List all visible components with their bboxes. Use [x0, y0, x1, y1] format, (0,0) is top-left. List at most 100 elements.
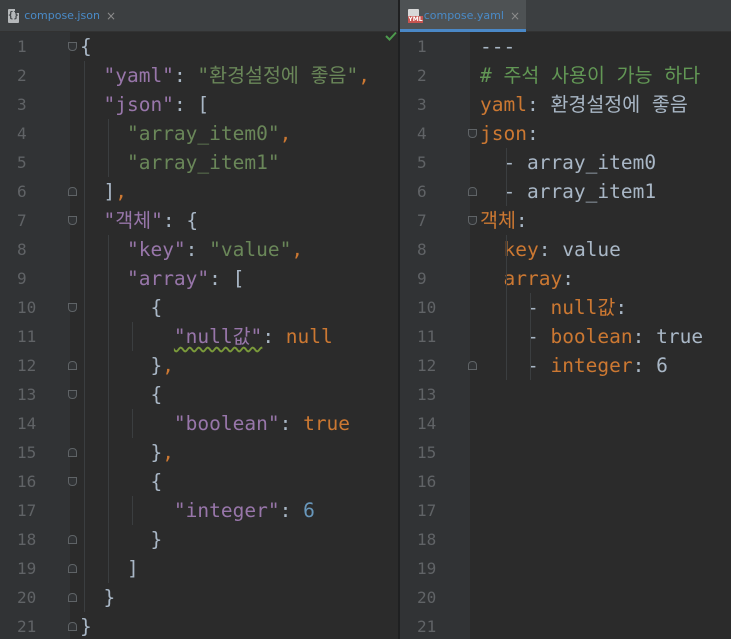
code-token: , [358, 64, 370, 87]
line-number: 4 [17, 124, 27, 143]
line-number: 7 [417, 211, 427, 230]
code-token: ] [80, 557, 139, 580]
code-area[interactable]: --- # 주석 사용이 가능 하다 yaml: 환경설정에 좋음 json: - a… [480, 32, 731, 639]
line-number: 5 [17, 153, 27, 172]
fold-open-icon[interactable] [68, 216, 77, 225]
code-line: - boolean: true [480, 322, 731, 351]
line-number: 8 [17, 240, 27, 259]
code-line: } [80, 583, 398, 612]
code-line: "yaml": "환경설정에 좋음", [80, 61, 398, 90]
yaml-file-icon: YML [408, 8, 423, 23]
fold-close-icon[interactable] [68, 564, 77, 573]
code-token: null [285, 325, 333, 348]
line-number: 14 [417, 414, 437, 433]
code-token: : value [538, 238, 621, 261]
code-token: ] [80, 180, 116, 203]
fold-close-icon[interactable] [68, 361, 77, 370]
code-token: : 환경설정에 좋음 [526, 93, 688, 116]
fold-open-icon[interactable] [468, 129, 477, 138]
code-token: - [480, 354, 551, 377]
line-number: 15 [417, 443, 437, 462]
code-token: : [279, 499, 304, 522]
code-token: : [515, 209, 528, 232]
yaml-editor[interactable]: 1 2 3 4 5 6 7 8 9 10 11 12 13 14 15 16 17 18 19 20 21 --- # 주… [400, 32, 731, 639]
fold-open-icon[interactable] [68, 477, 77, 486]
code-line: }, [80, 351, 398, 380]
line-number: 17 [17, 501, 37, 520]
tab-compose-json[interactable]: {} compose.json × [0, 0, 122, 31]
fold-open-icon[interactable] [68, 303, 77, 312]
line-number: 4 [417, 124, 427, 143]
fold-open-icon[interactable] [68, 390, 77, 399]
indent-guide [108, 119, 109, 177]
fold-close-icon[interactable] [468, 361, 477, 370]
code-token: "json" [103, 93, 174, 116]
code-token: , [115, 180, 127, 203]
line-number: 10 [17, 298, 37, 317]
code-token: , [291, 238, 304, 261]
code-line: yaml: 환경설정에 좋음 [480, 90, 731, 119]
indent-guide [84, 61, 85, 612]
fold-close-icon[interactable] [68, 187, 77, 196]
close-icon[interactable]: × [106, 10, 116, 22]
code-token: : [279, 412, 304, 435]
line-number: 5 [417, 153, 427, 172]
line-number: 6 [17, 182, 27, 201]
code-line: "객체": { [80, 206, 398, 235]
code-token: yaml [480, 93, 527, 116]
tab-compose-yaml[interactable]: YML compose.yaml × [400, 0, 526, 32]
code-token: : [615, 296, 628, 319]
code-line: { [80, 293, 398, 322]
code-token: 객체 [480, 209, 516, 232]
line-number: 19 [417, 559, 437, 578]
fold-close-icon[interactable] [468, 187, 477, 196]
code-token: : [173, 64, 198, 87]
code-line: "null값": null [80, 322, 398, 351]
line-number: 2 [417, 66, 427, 85]
json-editor[interactable]: 1 2 3 4 5 6 7 8 9 10 11 12 13 14 15 16 17 18 19 20 21 { "yam… [0, 32, 398, 639]
fold-close-icon[interactable] [68, 535, 77, 544]
code-token: , [162, 354, 174, 377]
code-token: } [80, 615, 92, 638]
line-number: 13 [417, 385, 437, 404]
fold-close-icon[interactable] [68, 448, 77, 457]
fold-close-icon[interactable] [68, 593, 77, 602]
code-line: 객체: [480, 206, 731, 235]
indent-guide [132, 409, 133, 438]
line-number: 20 [417, 588, 437, 607]
line-number: 11 [17, 327, 37, 346]
code-line: { [80, 32, 398, 61]
code-token: } [80, 354, 163, 377]
code-area[interactable]: { "yaml": "환경설정에 좋음", "json" : [ "array_i… [80, 32, 398, 639]
fold-open-icon[interactable] [468, 216, 477, 225]
tab-label: compose.yaml [423, 9, 504, 22]
code-line: } [80, 525, 398, 554]
code-line: json: [480, 119, 731, 148]
indent-guide [108, 235, 109, 583]
line-number: 16 [417, 472, 437, 491]
code-token: array [503, 267, 563, 290]
line-number: 3 [17, 95, 27, 114]
close-icon[interactable]: × [510, 10, 520, 22]
line-number: 12 [17, 356, 37, 375]
code-token: : [185, 238, 210, 261]
line-number: 9 [417, 269, 427, 288]
code-token: "array_item1" [126, 151, 280, 174]
fold-close-icon[interactable] [68, 622, 77, 631]
code-token: : [ [209, 267, 245, 290]
fold-open-icon[interactable] [68, 42, 77, 51]
code-line: }, [80, 438, 398, 467]
code-token: null값 [550, 296, 616, 319]
